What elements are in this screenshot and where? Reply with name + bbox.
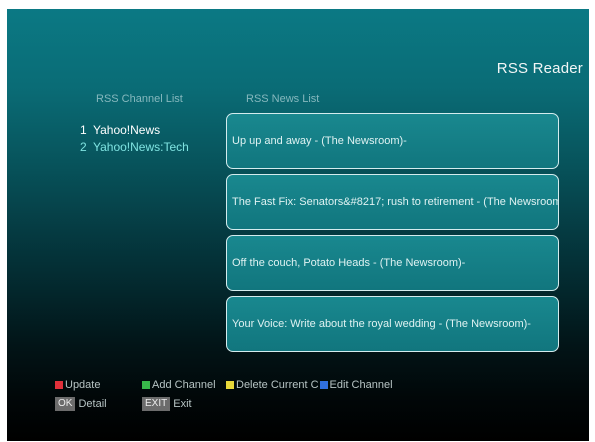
legend-exit: EXIT Exit: [142, 397, 192, 411]
legend-add-channel-label: Add Channel: [152, 379, 216, 391]
tv-screen: RSS Reader RSS Channel List RSS News Lis…: [7, 9, 589, 441]
legend-exit-label: Exit: [173, 398, 192, 410]
legend-detail: OK Detail: [55, 397, 107, 411]
news-list-heading: RSS News List: [246, 93, 320, 105]
legend-detail-label: Detail: [78, 398, 107, 410]
red-key-icon: [55, 381, 63, 389]
legend-edit-channel-label: Edit Channel: [329, 379, 393, 391]
channel-item-2[interactable]: 2 Yahoo!News:Tech: [80, 138, 189, 155]
channel-item-1[interactable]: 1 Yahoo!News: [80, 121, 189, 138]
ok-key-icon: OK: [55, 397, 76, 411]
legend-delete-label: Delete Current C: [236, 379, 319, 391]
green-key-icon: [142, 381, 150, 389]
exit-key-icon: EXIT: [142, 397, 171, 411]
channel-number: 2: [80, 139, 87, 154]
legend-update: Update: [55, 379, 100, 391]
channel-list-heading: RSS Channel List: [96, 93, 183, 105]
channel-name: Yahoo!News: [93, 122, 161, 137]
news-item-4[interactable]: Your Voice: Write about the royal weddin…: [226, 296, 559, 352]
legend-update-label: Update: [65, 379, 101, 391]
legend-add-channel: Add Channel: [142, 379, 216, 391]
channel-list: 1 Yahoo!News 2 Yahoo!News:Tech: [80, 121, 189, 155]
legend-delete: Delete Current C Edit Channel: [226, 379, 393, 391]
news-item-2[interactable]: The Fast Fix: Senators&#8217; rush to re…: [226, 174, 559, 230]
channel-name: Yahoo!News:Tech: [93, 139, 189, 154]
blue-key-icon: [319, 381, 328, 389]
page-title: RSS Reader: [496, 60, 583, 77]
news-item-3[interactable]: Off the couch, Potato Heads - (The Newsr…: [226, 235, 559, 291]
yellow-key-icon: [226, 381, 234, 389]
news-item-1[interactable]: Up up and away - (The Newsroom)-: [226, 113, 559, 169]
channel-number: 1: [80, 122, 87, 137]
